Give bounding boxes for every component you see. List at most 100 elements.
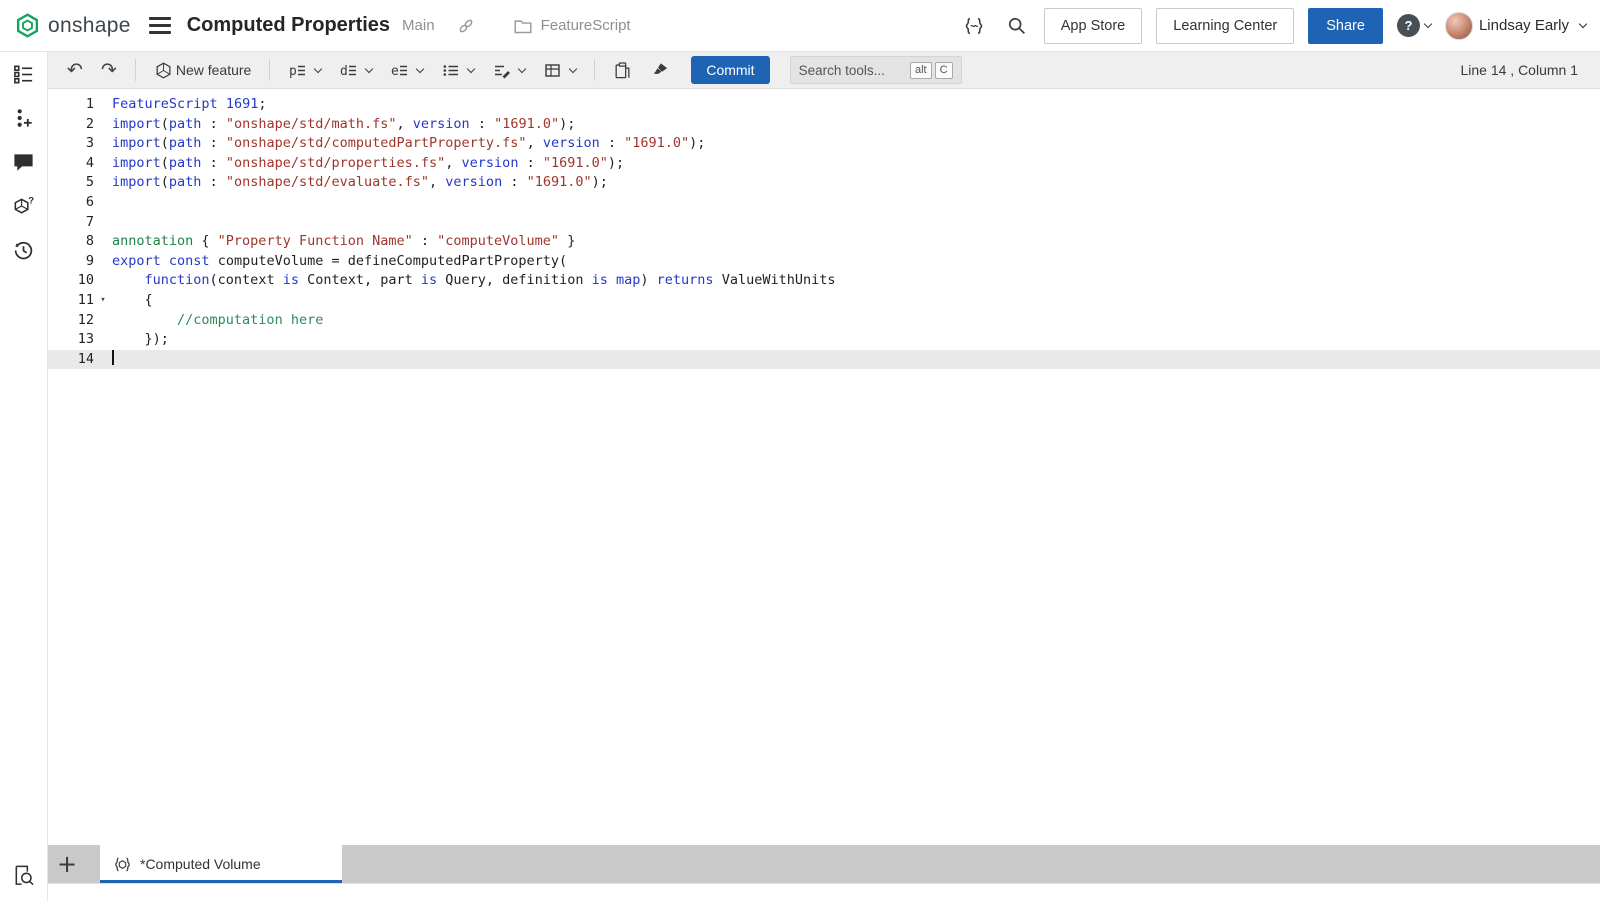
commit-button[interactable]: Commit	[691, 56, 769, 84]
code-text: function(context is Context, part is Que…	[112, 271, 835, 291]
code-text: import(path : "onshape/std/computedPartP…	[112, 134, 705, 154]
line-number: 10	[48, 271, 112, 291]
code-tool-dropdown-table[interactable]	[536, 58, 583, 83]
chevron-down-icon	[467, 64, 475, 72]
code-line[interactable]: 2import(path : "onshape/std/math.fs", ve…	[48, 115, 1600, 135]
code-line[interactable]: 5import(path : "onshape/std/evaluate.fs"…	[48, 173, 1600, 193]
new-feature-button[interactable]: New feature	[147, 58, 258, 83]
search-document-icon[interactable]	[12, 864, 35, 887]
code-line[interactable]: 3import(path : "onshape/std/computedPart…	[48, 134, 1600, 154]
letter-d-icon: d	[340, 64, 348, 79]
context-label: FeatureScript	[541, 17, 631, 34]
code-line[interactable]: 12 //computation here	[48, 311, 1600, 331]
paste-button[interactable]	[606, 58, 639, 83]
undo-icon: ↶	[67, 61, 83, 80]
learning-center-button[interactable]: Learning Center	[1156, 8, 1294, 44]
line-number: 9	[48, 252, 112, 272]
code-line[interactable]: 4import(path : "onshape/std/properties.f…	[48, 154, 1600, 174]
toolbar-divider	[135, 59, 136, 81]
chevron-down-icon	[365, 64, 373, 72]
code-line[interactable]: 7	[48, 213, 1600, 233]
onshape-app: onshape Computed Properties Main Feature…	[0, 0, 1600, 901]
code-line[interactable]: 9export const computeVolume = defineComp…	[48, 252, 1600, 272]
redo-button[interactable]: ↷	[94, 58, 124, 83]
folder-icon	[513, 17, 533, 35]
code-text: FeatureScript 1691;	[112, 95, 266, 115]
feature-list-icon[interactable]	[12, 63, 35, 86]
help-cube-icon[interactable]: ?	[12, 195, 35, 218]
search-tools-placeholder: Search tools...	[799, 63, 885, 78]
code-line[interactable]: 10 function(context is Context, part is …	[48, 271, 1600, 291]
code-line[interactable]: 11▾ {	[48, 291, 1600, 311]
new-tab-button[interactable]: +	[48, 845, 86, 883]
code-text: export const computeVolume = defineCompu…	[112, 252, 567, 272]
top-header: onshape Computed Properties Main Feature…	[0, 0, 1600, 52]
share-link-icon[interactable]	[453, 13, 479, 39]
onshape-logo[interactable]: onshape	[14, 12, 131, 39]
code-line[interactable]: 14	[48, 350, 1600, 370]
chevron-down-icon	[518, 64, 526, 72]
header-actions: App Store Learning Center Share ? Lindsa…	[959, 8, 1586, 44]
shortcut-key-c: C	[935, 62, 953, 79]
line-number: 7	[48, 213, 112, 233]
svg-text:?: ?	[28, 196, 34, 207]
app-store-button[interactable]: App Store	[1044, 8, 1143, 44]
code-tool-dropdown-snippet[interactable]	[434, 58, 481, 83]
code-line[interactable]: 8annotation { "Property Function Name" :…	[48, 232, 1600, 252]
chevron-down-icon	[1424, 20, 1432, 28]
code-text: {	[112, 291, 153, 311]
chevron-down-icon	[569, 64, 577, 72]
document-title[interactable]: Computed Properties	[187, 14, 390, 37]
code-editor[interactable]: 1FeatureScript 1691;2import(path : "onsh…	[48, 89, 1600, 845]
share-button[interactable]: Share	[1308, 8, 1383, 44]
cursor-position-status: Line 14 , Column 1	[1460, 62, 1588, 78]
code-tool-dropdown-enum[interactable]: e	[383, 58, 430, 83]
table-icon	[543, 61, 562, 80]
code-text: import(path : "onshape/std/properties.fs…	[112, 154, 624, 174]
code-line[interactable]: 13 });	[48, 330, 1600, 350]
new-feature-label: New feature	[176, 62, 251, 78]
line-number: 11▾	[48, 291, 112, 311]
chevron-down-icon	[1579, 20, 1587, 28]
chevron-down-icon	[314, 64, 322, 72]
tab-label: *Computed Volume	[140, 856, 261, 872]
line-number: 4	[48, 154, 112, 174]
user-menu[interactable]: Lindsay Early	[1445, 12, 1586, 40]
format-brush-icon	[650, 61, 670, 80]
code-text: //computation here	[112, 311, 323, 331]
code-text: });	[112, 330, 169, 350]
search-tools-input[interactable]: Search tools... alt C	[790, 56, 962, 84]
code-tool-dropdown-edit[interactable]	[485, 58, 532, 83]
letter-p-icon: p	[289, 64, 297, 79]
tab-computed-volume[interactable]: *Computed Volume	[100, 845, 342, 883]
line-number: 3	[48, 134, 112, 154]
workspace-label[interactable]: Main	[402, 17, 435, 34]
add-item-icon[interactable]	[12, 107, 35, 130]
line-number: 8	[48, 232, 112, 252]
undo-button[interactable]: ↶	[60, 58, 90, 83]
user-name: Lindsay Early	[1479, 17, 1569, 34]
search-icon[interactable]	[1003, 12, 1030, 39]
code-tool-dropdown-parameter[interactable]: p	[281, 58, 328, 83]
featurescript-toolbar: ↶ ↷ New feature p	[48, 52, 1600, 89]
code-lines: 1FeatureScript 1691;2import(path : "onsh…	[48, 95, 1600, 369]
help-menu[interactable]: ?	[1397, 14, 1431, 37]
line-number: 12	[48, 311, 112, 331]
format-code-button[interactable]	[643, 58, 677, 83]
toolbar-divider	[594, 59, 595, 81]
comments-icon[interactable]	[12, 151, 35, 174]
text-cursor	[112, 350, 114, 365]
line-number: 6	[48, 193, 112, 213]
featurescript-code-icon[interactable]	[959, 12, 989, 40]
document-context[interactable]: FeatureScript	[513, 17, 631, 35]
featurescript-tab-icon	[113, 855, 132, 874]
fold-marker-icon[interactable]: ▾	[94, 291, 112, 311]
line-number: 13	[48, 330, 112, 350]
code-tool-dropdown-definition[interactable]: d	[332, 58, 379, 83]
history-icon[interactable]	[12, 239, 35, 262]
code-text: annotation { "Property Function Name" : …	[112, 232, 575, 252]
main-menu-icon[interactable]	[149, 17, 171, 34]
code-line[interactable]: 6	[48, 193, 1600, 213]
line-number: 2	[48, 115, 112, 135]
code-line[interactable]: 1FeatureScript 1691;	[48, 95, 1600, 115]
